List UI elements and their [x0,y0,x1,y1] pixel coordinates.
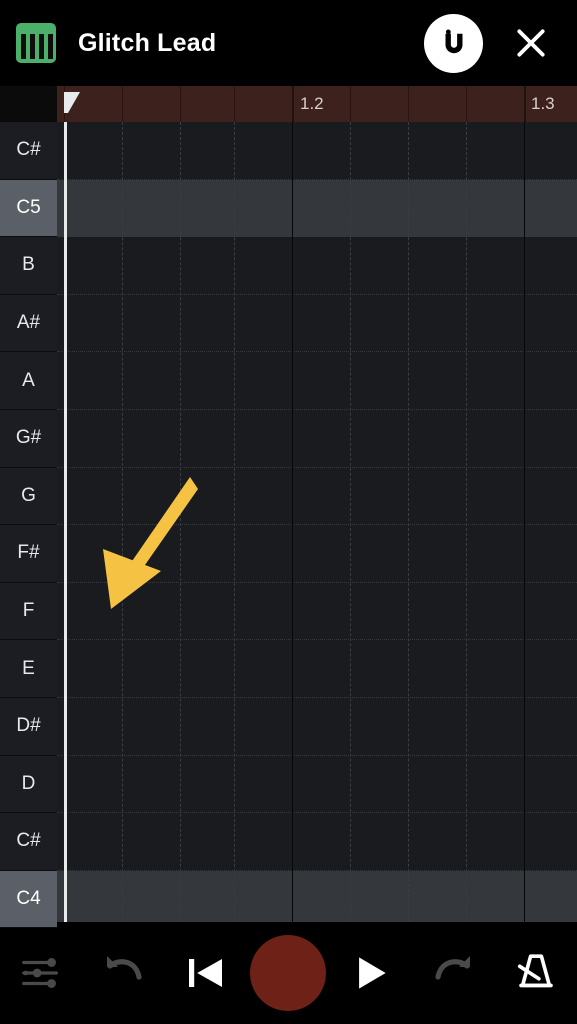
piano-key-label: A# [16,312,41,334]
piano-key[interactable]: C# [0,122,57,180]
piano-key-label: E [22,657,35,679]
metronome-icon[interactable] [495,922,577,1024]
piano-key-column[interactable]: C# C5 B A# A G# G F# F E D# D C# C4 [0,122,57,929]
mixer-sliders-icon[interactable] [0,922,82,1024]
ruler-label: 1.3 [531,94,555,113]
grid-row[interactable] [57,122,577,180]
grid-row[interactable] [57,813,577,871]
magnet-glyph [445,29,462,54]
grid-row[interactable] [57,640,577,698]
ruler-corner-spacer [0,86,57,122]
magnet-icon[interactable] [424,13,483,73]
piano-key[interactable]: G# [0,409,57,468]
piano-key[interactable]: D# [0,697,57,756]
piano-key-label: C# [16,830,41,852]
ruler-label: 1.2 [300,94,324,113]
close-glyph [517,29,545,57]
header-actions [424,13,553,73]
grid-subdivision-line [234,122,235,922]
piano-key[interactable]: D [0,755,57,814]
piano-key[interactable]: C4 [0,870,57,929]
piano-key-label: C4 [16,888,41,910]
piano-key-label: G# [15,427,42,449]
grid-row[interactable] [57,410,577,468]
record-button[interactable] [247,922,329,1024]
grid-beat-line [292,122,294,922]
ruler-track[interactable]: 1.2 1.3 [57,86,577,122]
piano-key-label: G [21,484,36,506]
page-title: Glitch Lead [78,28,217,57]
piano-key[interactable]: C5 [0,179,57,238]
rewind-glyph [189,959,223,987]
grid-row[interactable] [57,755,577,814]
mixer-sliders-glyph [22,958,59,988]
redo-glyph [435,956,471,980]
close-icon[interactable] [509,21,553,65]
grid-subdivision-line [350,122,351,922]
piano-key-label: D# [16,715,41,737]
midi-editor-screen: Glitch Lead 1.2 1.3 C# C5 B A# A G# G F#… [0,0,577,1024]
grid-beat-line [524,122,526,922]
piano-key[interactable]: A [0,352,57,410]
piano-key-label: A [22,369,35,391]
piano-key-label: B [22,254,35,276]
piano-key[interactable]: E [0,640,57,698]
piano-key-label: C5 [16,196,41,218]
grid-row[interactable] [57,237,577,295]
piano-roll-editor[interactable]: C# C5 B A# A G# G F# F E D# D C# C4 [0,92,577,929]
playhead-line[interactable] [64,122,67,922]
piano-key[interactable]: F# [0,525,57,583]
undo-icon[interactable] [82,922,164,1024]
piano-keyboard-icon [16,23,56,63]
piano-key-label: F# [17,542,40,564]
record-icon [250,935,327,1011]
piano-key-label: F [22,600,35,622]
timeline-ruler[interactable]: 1.2 1.3 [0,86,577,122]
instruction-arrow [95,467,205,617]
piano-key[interactable]: A# [0,294,57,353]
editor-header: Glitch Lead [0,0,577,86]
grid-row[interactable] [57,294,577,353]
grid-subdivision-line [408,122,409,922]
rewind-to-start-icon[interactable] [165,922,247,1024]
undo-glyph [106,956,142,980]
metronome-glyph [517,954,553,988]
piano-key-label: D [21,772,36,794]
piano-key[interactable]: C# [0,813,57,871]
play-icon[interactable] [330,922,412,1024]
piano-key[interactable]: G [0,467,57,526]
play-glyph [358,957,386,989]
piano-key[interactable]: B [0,237,57,295]
playhead-flag-glyph [64,92,80,113]
grid-subdivision-line [466,122,467,922]
grid-row[interactable] [57,870,577,922]
grid-row[interactable] [57,179,577,238]
instruction-arrow-glyph [103,477,198,609]
piano-key-label: C# [16,139,41,161]
piano-key[interactable]: F [0,582,57,641]
redo-icon[interactable] [412,922,494,1024]
transport-bar [0,922,577,1024]
grid-row[interactable] [57,698,577,756]
playhead-handle[interactable] [64,86,84,116]
grid-row[interactable] [57,352,577,410]
